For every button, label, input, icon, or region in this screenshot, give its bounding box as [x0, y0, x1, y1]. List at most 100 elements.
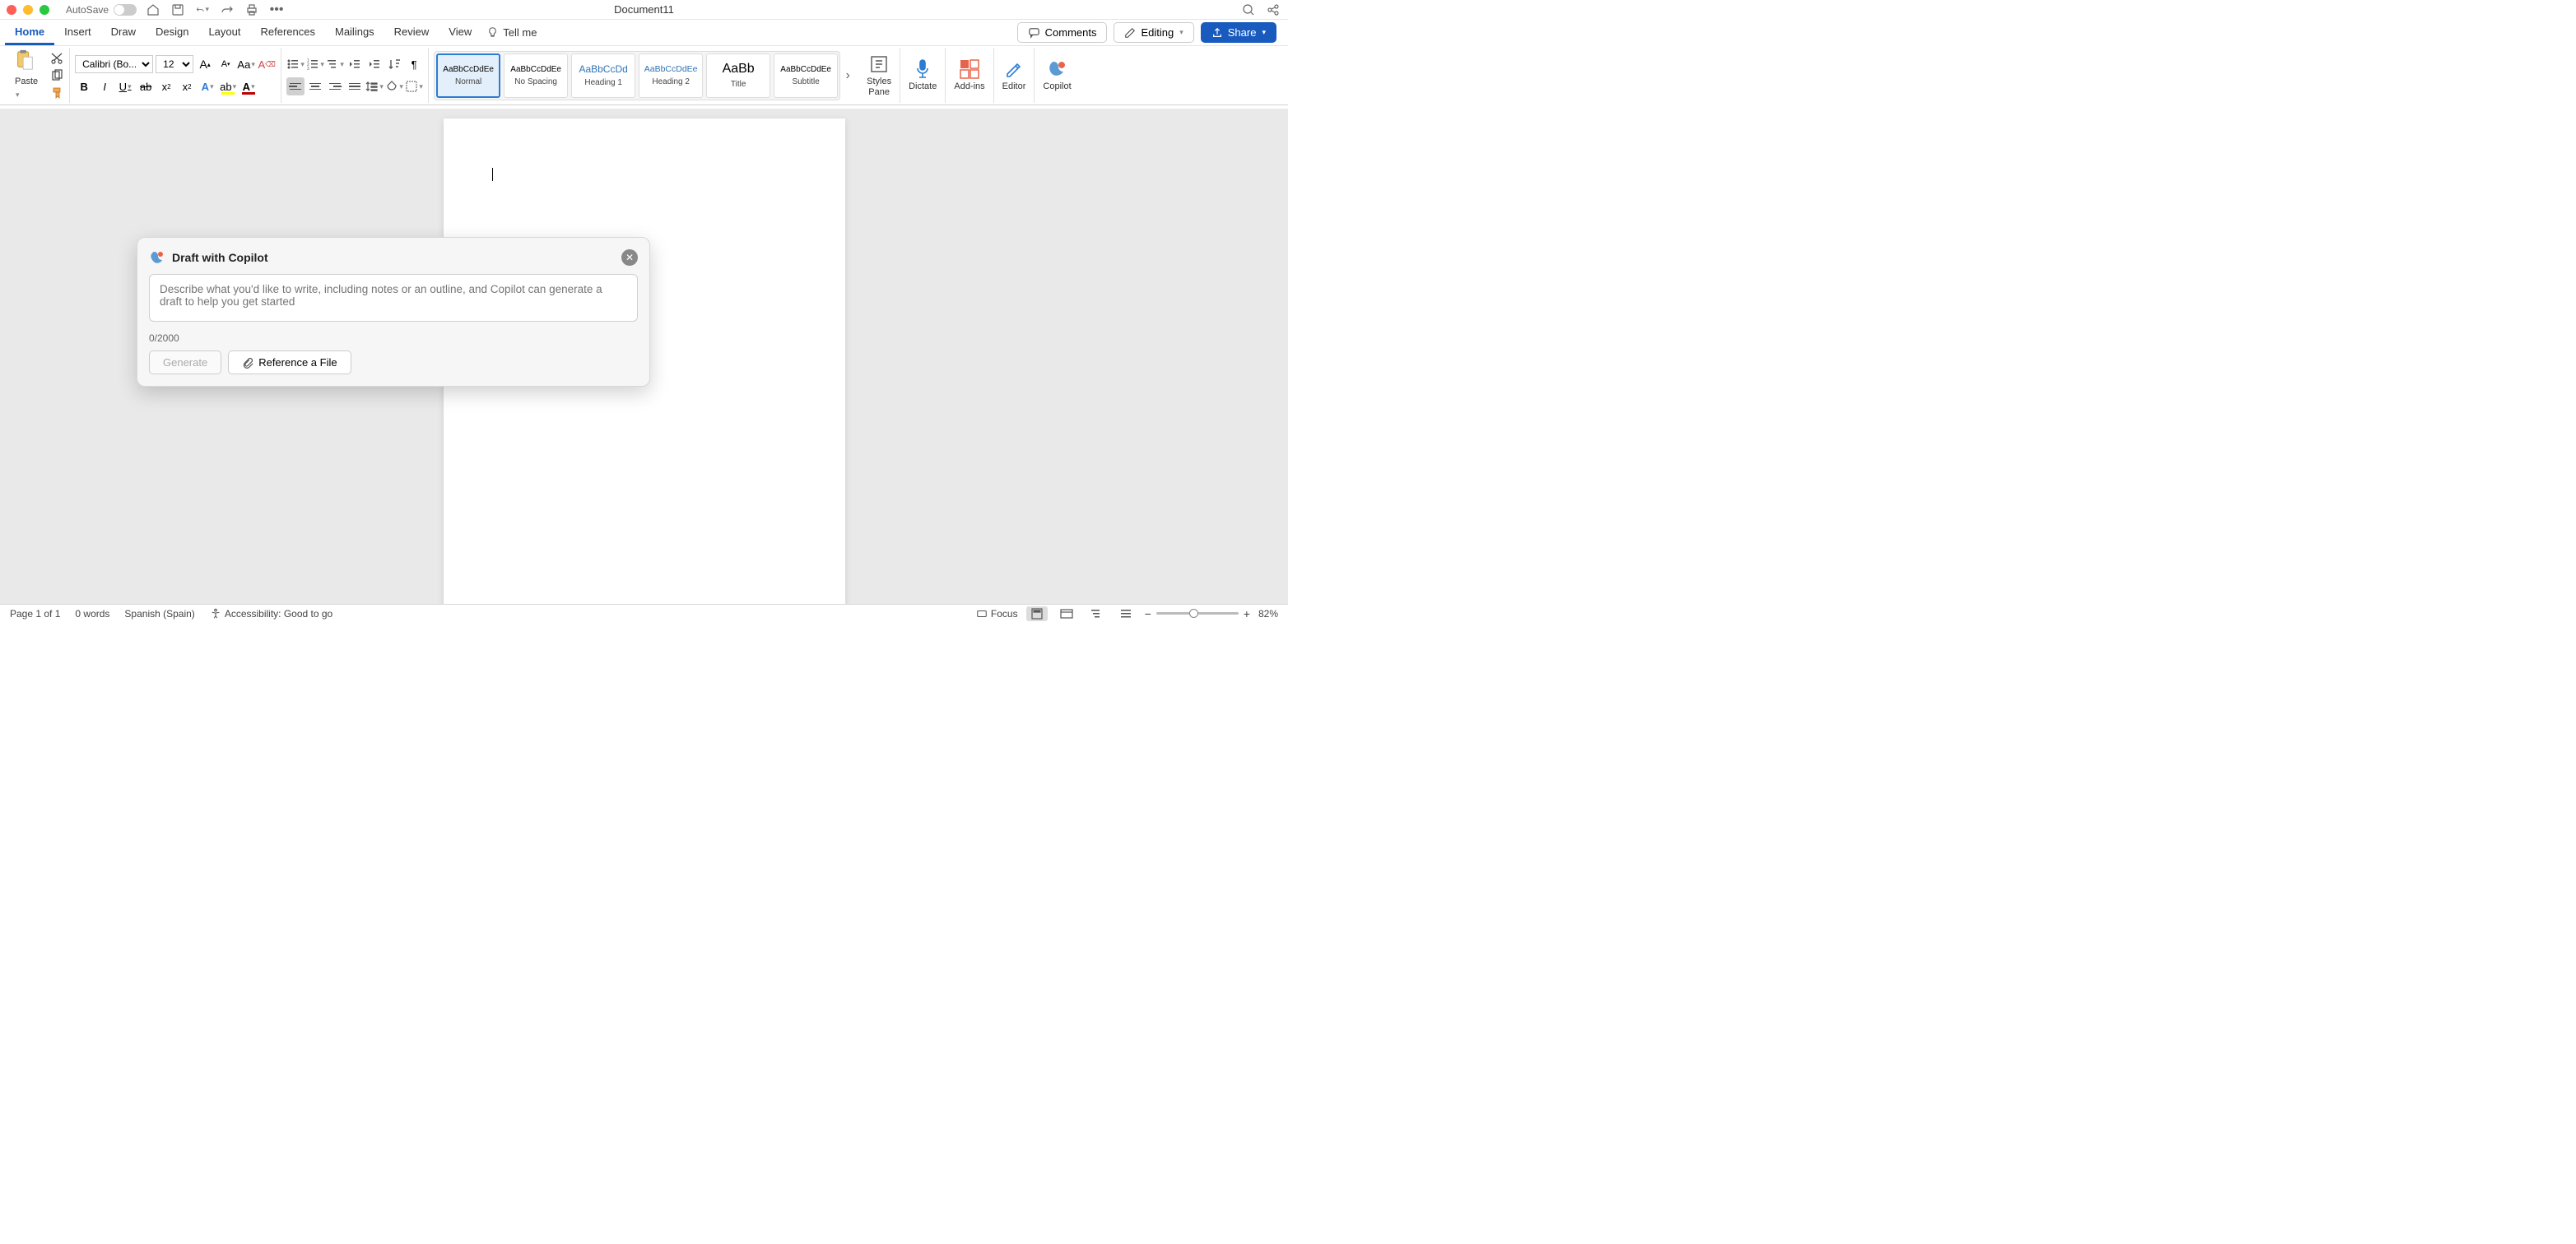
tab-references[interactable]: References: [251, 21, 325, 45]
tell-me[interactable]: Tell me: [486, 26, 537, 39]
focus-mode[interactable]: Focus: [976, 608, 1018, 620]
grow-font-icon[interactable]: A▴: [196, 55, 214, 73]
style-subtitle[interactable]: AaBbCcDdEeSubtitle: [774, 53, 838, 98]
save-icon[interactable]: [171, 3, 184, 16]
search-icon[interactable]: [1242, 3, 1255, 16]
slider-thumb[interactable]: [1189, 609, 1198, 618]
titlebar: AutoSave ▾ ••• Document11: [0, 0, 1288, 20]
italic-button[interactable]: I: [95, 77, 114, 95]
zoom-out-icon[interactable]: −: [1145, 607, 1151, 620]
more-icon[interactable]: •••: [270, 3, 283, 16]
align-center-button[interactable]: [306, 77, 324, 95]
subscript-button[interactable]: x2: [157, 77, 175, 95]
dictate-button[interactable]: Dictate: [900, 48, 946, 103]
share-titlebar-icon[interactable]: [1267, 3, 1280, 16]
underline-button[interactable]: U▾: [116, 77, 134, 95]
bold-button[interactable]: B: [75, 77, 93, 95]
undo-icon[interactable]: ▾: [196, 3, 209, 16]
zoom-slider[interactable]: − +: [1145, 607, 1250, 620]
home-icon[interactable]: [146, 3, 160, 16]
numbering-icon[interactable]: 123▾: [306, 55, 324, 73]
change-case-icon[interactable]: Aa▾: [237, 55, 255, 73]
tab-home[interactable]: Home: [5, 21, 54, 45]
draft-view[interactable]: [1115, 606, 1137, 621]
toggle-icon[interactable]: [114, 4, 137, 16]
tab-review[interactable]: Review: [384, 21, 439, 45]
quick-access: ▾ •••: [146, 3, 283, 16]
generate-button[interactable]: Generate: [149, 350, 221, 374]
tab-mailings[interactable]: Mailings: [325, 21, 384, 45]
copilot-title: Draft with Copilot: [172, 251, 268, 264]
editor-icon: [1003, 58, 1025, 80]
clear-format-icon[interactable]: A⌫: [258, 55, 276, 73]
styles-pane-button[interactable]: Styles Pane: [858, 48, 900, 103]
paste-button[interactable]: Paste ▾: [8, 48, 44, 103]
tab-layout[interactable]: Layout: [198, 21, 250, 45]
tab-design[interactable]: Design: [146, 21, 198, 45]
font-name-select[interactable]: Calibri (Bo...: [75, 55, 153, 73]
reference-file-button[interactable]: Reference a File: [228, 350, 351, 374]
slider-track[interactable]: [1156, 612, 1239, 615]
format-painter-icon[interactable]: [49, 86, 64, 100]
redo-icon[interactable]: [221, 3, 234, 16]
share-button[interactable]: Share ▾: [1201, 22, 1276, 43]
copilot-textarea[interactable]: [149, 274, 638, 322]
style-no-spacing[interactable]: AaBbCcDdEeNo Spacing: [504, 53, 568, 98]
multilevel-icon[interactable]: ▾: [326, 55, 344, 73]
accessibility-status[interactable]: Accessibility: Good to go: [210, 608, 332, 620]
style-title[interactable]: AaBbTitle: [706, 53, 770, 98]
paste-label: Paste: [15, 77, 38, 86]
shading-icon[interactable]: ▾: [385, 77, 403, 95]
decrease-indent-icon[interactable]: [346, 55, 364, 73]
text-effects-button[interactable]: A▾: [198, 77, 216, 95]
paragraph-group: ▾ 123▾ ▾ ¶ ▾ ▾ ▾: [281, 48, 429, 103]
font-color-button[interactable]: A▾: [239, 77, 258, 95]
font-size-select[interactable]: 12: [156, 55, 193, 73]
word-count[interactable]: 0 words: [75, 608, 109, 620]
text-cursor: [492, 168, 493, 181]
line-spacing-icon[interactable]: ▾: [365, 77, 384, 95]
pilcrow-icon[interactable]: ¶: [405, 55, 423, 73]
style-heading-1[interactable]: AaBbCcDdHeading 1: [571, 53, 635, 98]
editing-button[interactable]: Editing ▾: [1114, 22, 1193, 43]
styles-more-icon[interactable]: ›: [842, 68, 853, 83]
sort-icon[interactable]: [385, 55, 403, 73]
shrink-font-icon[interactable]: A▾: [216, 55, 235, 73]
minimize-window[interactable]: [23, 5, 33, 15]
tab-insert[interactable]: Insert: [54, 21, 101, 45]
zoom-in-icon[interactable]: +: [1244, 607, 1250, 620]
print-icon[interactable]: [245, 3, 258, 16]
align-left-button[interactable]: [286, 77, 305, 95]
copilot-close-button[interactable]: ✕: [621, 249, 638, 266]
web-layout-view[interactable]: [1056, 606, 1077, 621]
highlight-button[interactable]: ab▾: [219, 77, 237, 95]
focus-icon: [976, 608, 988, 620]
close-window[interactable]: [7, 5, 16, 15]
outline-view[interactable]: [1086, 606, 1107, 621]
document-title[interactable]: Document11: [614, 3, 674, 16]
align-right-button[interactable]: [326, 77, 344, 95]
style-normal[interactable]: AaBbCcDdEeNormal: [436, 53, 500, 98]
autosave-toggle[interactable]: AutoSave: [66, 4, 137, 16]
strike-button[interactable]: ab: [137, 77, 155, 95]
increase-indent-icon[interactable]: [365, 55, 384, 73]
tab-draw[interactable]: Draw: [101, 21, 146, 45]
print-layout-view[interactable]: [1026, 606, 1048, 621]
editor-button[interactable]: Editor: [994, 48, 1035, 103]
tab-view[interactable]: View: [439, 21, 481, 45]
addins-button[interactable]: Add-ins: [946, 48, 993, 103]
maximize-window[interactable]: [40, 5, 49, 15]
comments-button[interactable]: Comments: [1017, 22, 1108, 43]
copilot-char-count: 0/2000: [149, 332, 638, 344]
zoom-level[interactable]: 82%: [1258, 608, 1278, 620]
page-indicator[interactable]: Page 1 of 1: [10, 608, 60, 620]
borders-icon[interactable]: ▾: [405, 77, 423, 95]
bullets-icon[interactable]: ▾: [286, 55, 305, 73]
cut-icon[interactable]: [49, 51, 64, 66]
superscript-button[interactable]: x2: [178, 77, 196, 95]
justify-button[interactable]: [346, 77, 364, 95]
copy-icon[interactable]: [49, 68, 64, 83]
copilot-button[interactable]: Copilot: [1035, 48, 1079, 103]
language-indicator[interactable]: Spanish (Spain): [124, 608, 194, 620]
style-heading-2[interactable]: AaBbCcDdEeHeading 2: [639, 53, 703, 98]
